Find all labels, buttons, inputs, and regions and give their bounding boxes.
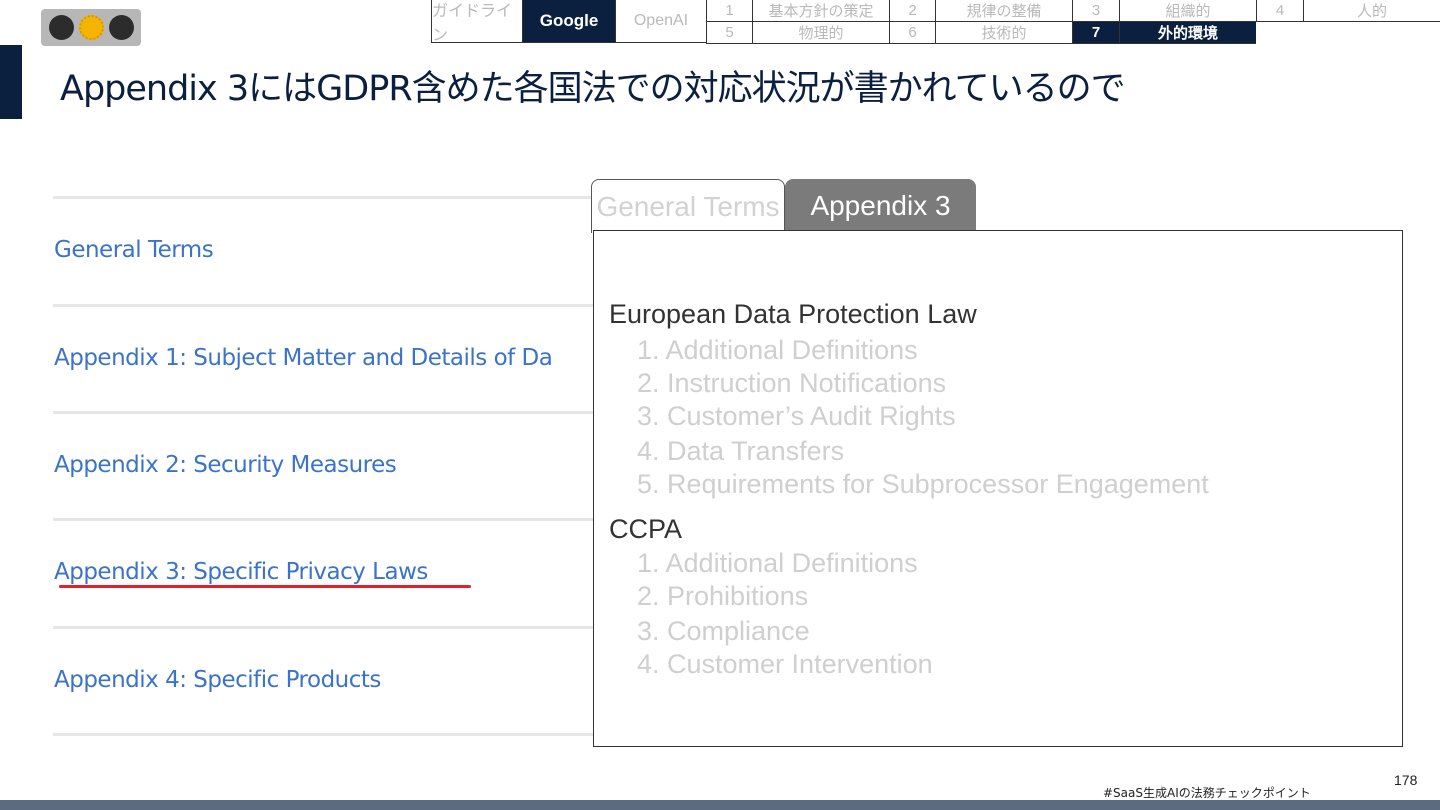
nav-section-num: 3: [1072, 0, 1119, 21]
list-item: 5. Requirements for Subprocessor Engagem…: [637, 469, 1209, 499]
doc-link-row[interactable]: Appendix 3: Specific Privacy Laws: [53, 518, 613, 625]
nav-section-num: 2: [889, 0, 935, 21]
section-heading: European Data Protection Law: [609, 299, 977, 329]
doc-link[interactable]: Appendix 4: Specific Products: [54, 667, 381, 693]
nav-section-num: 4: [1256, 0, 1303, 21]
doc-link[interactable]: Appendix 2: Security Measures: [54, 452, 397, 478]
list-item: 4. Data Transfers: [637, 436, 845, 466]
red-underline: [59, 585, 471, 588]
bottom-bar: [0, 800, 1440, 810]
doc-link-row[interactable]: Appendix 2: Security Measures: [53, 411, 613, 518]
nav-section-6[interactable]: 技術的: [935, 22, 1072, 43]
nav-section-4[interactable]: 人的: [1303, 0, 1440, 21]
yellow-lamp-icon: [79, 15, 104, 40]
appendix-panel: European Data Protection Law 1. Addition…: [593, 230, 1403, 747]
list-item: 2. Instruction Notifications: [637, 368, 947, 398]
nav-tab-google[interactable]: Google: [522, 0, 615, 43]
red-lamp-icon: [49, 15, 74, 40]
list-item: 3. Customer’s Audit Rights: [637, 401, 956, 431]
title-accent-bar: [0, 45, 22, 119]
nav-divider: [706, 21, 1440, 22]
doc-link[interactable]: Appendix 1: Subject Matter and Details o…: [54, 345, 553, 371]
footer-hashtag: #SaaS生成AIの法務チェックポイント: [1103, 786, 1311, 800]
doc-link-highlighted[interactable]: Appendix 3: Specific Privacy Laws: [54, 559, 428, 585]
nav-section-2[interactable]: 規律の整備: [935, 0, 1072, 21]
list-item: 1. Additional Definitions: [637, 548, 918, 578]
nav-section-num: 5: [706, 22, 752, 43]
nav-tab-guideline[interactable]: ガイドライン: [431, 0, 522, 44]
section-heading: CCPA: [609, 514, 683, 544]
list-item: 1. Additional Definitions: [637, 335, 918, 365]
list-item: 3. Compliance: [637, 616, 810, 646]
doc-link-row[interactable]: Appendix 4: Specific Products: [53, 626, 613, 733]
traffic-light-icon: [41, 9, 141, 46]
tab-general-terms[interactable]: General Terms: [591, 179, 785, 233]
nav-section-1[interactable]: 基本方針の策定: [752, 0, 889, 21]
nav-section-num: 1: [706, 0, 752, 21]
tab-appendix-3[interactable]: Appendix 3: [785, 179, 976, 233]
nav-section-num: 6: [889, 22, 935, 43]
nav-divider: [431, 42, 706, 43]
nav-divider: [706, 43, 1256, 44]
doc-link-row[interactable]: General Terms: [53, 196, 613, 303]
nav-tab-openai[interactable]: OpenAI: [615, 0, 706, 43]
page-number: 178: [1394, 772, 1418, 788]
green-lamp-icon: [109, 15, 134, 40]
doc-link-row[interactable]: Appendix 1: Subject Matter and Details o…: [53, 304, 613, 411]
list-item: 2. Prohibitions: [637, 581, 809, 611]
doc-list-divider: [53, 733, 613, 736]
list-item: 4. Customer Intervention: [637, 649, 933, 679]
nav-section-num-active: 7: [1072, 22, 1119, 43]
nav-section-7[interactable]: 外的環境: [1119, 22, 1256, 43]
doc-link[interactable]: General Terms: [54, 237, 214, 263]
page-title: Appendix 3にはGDPR含めた各国法での対応状況が書かれているので: [60, 69, 1126, 109]
nav-section-3[interactable]: 組織的: [1119, 0, 1256, 21]
nav-section-5[interactable]: 物理的: [752, 22, 889, 43]
